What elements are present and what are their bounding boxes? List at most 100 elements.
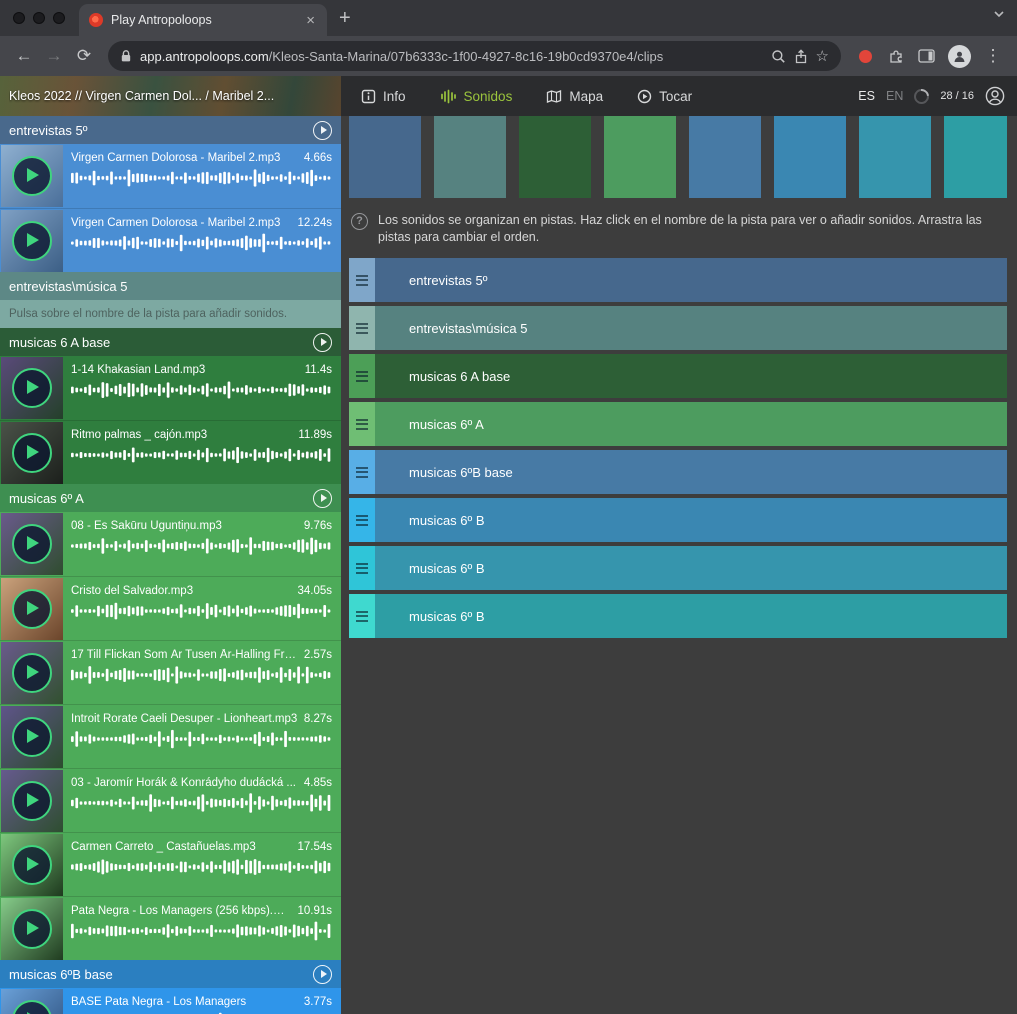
track-row[interactable]: entrevistas 5º [349, 258, 1007, 302]
breadcrumb-photo-strip[interactable]: Kleos 2022 // Virgen Carmen Dol... / Mar… [0, 76, 341, 116]
track-row[interactable]: musicas 6º B [349, 498, 1007, 542]
section-header[interactable]: musicas 6º A [0, 484, 341, 512]
section-play-icon[interactable] [313, 121, 332, 140]
clip-row[interactable]: 1-14 Khakasian Land.mp3 11.4s [0, 356, 341, 420]
clip-play-icon[interactable] [12, 717, 52, 757]
clip-thumbnail[interactable] [1, 898, 63, 960]
track-row[interactable]: musicas 6ºB base [349, 450, 1007, 494]
clip-thumbnail[interactable] [1, 770, 63, 832]
address-bar[interactable]: app.antropoloops.com/Kleos-Santa-Marina/… [108, 41, 841, 71]
clip-row[interactable]: 17 Till Flickan Som Är Tusen År-Halling … [0, 640, 341, 704]
lock-icon[interactable] [120, 49, 132, 63]
track-row[interactable]: musicas 6º B [349, 594, 1007, 638]
lang-es-button[interactable]: ES [858, 89, 875, 103]
clip-row[interactable]: Virgen Carmen Dolorosa - Maribel 2.mp3 4… [0, 144, 341, 208]
track-tile[interactable] [859, 116, 931, 198]
minimize-window-button[interactable] [33, 12, 45, 24]
clip-play-icon[interactable] [12, 1000, 52, 1014]
side-panel-icon[interactable] [912, 42, 940, 70]
browser-tab[interactable]: Play Antropoloops × [79, 4, 327, 36]
account-icon[interactable] [985, 86, 1005, 106]
close-tab-icon[interactable]: × [304, 13, 317, 28]
clip-thumbnail[interactable] [1, 145, 63, 207]
track-drag-handle[interactable] [349, 354, 375, 398]
clip-thumbnail[interactable] [1, 989, 63, 1014]
track-row[interactable]: musicas 6 A base [349, 354, 1007, 398]
reload-button[interactable]: ⟳ [70, 42, 98, 70]
extensions-puzzle-icon[interactable] [882, 42, 910, 70]
clip-row[interactable]: BASE Pata Negra - Los Managers 3.77s [0, 988, 341, 1014]
zoom-icon[interactable] [771, 49, 786, 64]
track-tile[interactable] [774, 116, 846, 198]
track-drag-handle[interactable] [349, 546, 375, 590]
track-row[interactable]: entrevistas\música 5 [349, 306, 1007, 350]
clip-row[interactable]: Introit Rorate Caeli Desuper - Lionheart… [0, 704, 341, 768]
track-tile[interactable] [689, 116, 761, 198]
clip-row[interactable]: 03 - Jaromír Horák & Konrádyho dudácká .… [0, 768, 341, 832]
clip-row[interactable]: Pata Negra - Los Managers (256 kbps).mp3… [0, 896, 341, 960]
clip-thumbnail[interactable] [1, 513, 63, 575]
track-tile[interactable] [434, 116, 506, 198]
clip-thumbnail[interactable] [1, 578, 63, 640]
track-drag-handle[interactable] [349, 450, 375, 494]
clip-thumbnail[interactable] [1, 357, 63, 419]
section-header[interactable]: musicas 6ºB base [0, 960, 341, 988]
track-drag-handle[interactable] [349, 402, 375, 446]
clip-thumbnail[interactable] [1, 210, 63, 272]
track-tile[interactable] [604, 116, 676, 198]
clip-thumbnail[interactable] [1, 706, 63, 768]
zoom-window-button[interactable] [53, 12, 65, 24]
clip-play-icon[interactable] [12, 653, 52, 693]
share-icon[interactable] [794, 49, 808, 64]
nav-item-mapa[interactable]: Mapa [546, 89, 603, 104]
browser-menu-icon[interactable]: ⋮ [979, 42, 1007, 70]
track-row[interactable]: musicas 6º B [349, 546, 1007, 590]
section-header[interactable]: entrevistas 5º [0, 116, 341, 144]
clip-thumbnail[interactable] [1, 834, 63, 896]
close-window-button[interactable] [13, 12, 25, 24]
clip-duration: 8.27s [304, 713, 332, 725]
new-tab-button[interactable]: + [339, 8, 351, 28]
tab-search-chevron-icon[interactable] [993, 10, 1005, 18]
section-play-icon[interactable] [313, 333, 332, 352]
track-tile[interactable] [944, 116, 1007, 198]
track-tile[interactable] [349, 116, 421, 198]
clip-play-icon[interactable] [12, 221, 52, 261]
clip-play-icon[interactable] [12, 909, 52, 949]
bookmark-star-icon[interactable]: ☆ [816, 47, 829, 65]
track-drag-handle[interactable] [349, 258, 375, 302]
clip-row[interactable]: 08 - Es Sakūru Uguntiņu.mp3 9.76s [0, 512, 341, 576]
clip-play-icon[interactable] [12, 433, 52, 473]
clip-row[interactable]: Ritmo palmas _ cajón.mp3 11.89s [0, 420, 341, 484]
breadcrumb[interactable]: Kleos 2022 // Virgen Carmen Dol... / Mar… [9, 89, 274, 103]
track-drag-handle[interactable] [349, 306, 375, 350]
clip-play-icon[interactable] [12, 781, 52, 821]
section-play-icon[interactable] [313, 489, 332, 508]
clip-row[interactable]: Virgen Carmen Dolorosa - Maribel 2.mp3 1… [0, 208, 341, 272]
clip-play-icon[interactable] [12, 589, 52, 629]
profile-avatar[interactable] [948, 45, 971, 68]
track-row[interactable]: musicas 6º A [349, 402, 1007, 446]
section-play-icon[interactable] [313, 965, 332, 984]
track-tile[interactable] [519, 116, 591, 198]
clip-play-icon[interactable] [12, 156, 52, 196]
recorder-extension-icon[interactable] [859, 50, 872, 63]
clip-play-icon[interactable] [12, 524, 52, 564]
section-header[interactable]: musicas 6 A base [0, 328, 341, 356]
back-button[interactable]: ← [10, 42, 38, 70]
forward-button[interactable]: → [40, 42, 68, 70]
clip-thumbnail[interactable] [1, 422, 63, 484]
clip-play-icon[interactable] [12, 368, 52, 408]
nav-item-info[interactable]: Info [361, 89, 406, 104]
clip-row[interactable]: Cristo del Salvador.mp3 34.05s [0, 576, 341, 640]
clip-play-icon[interactable] [12, 845, 52, 885]
section-header[interactable]: entrevistas\música 5 [0, 272, 341, 300]
clip-thumbnail[interactable] [1, 642, 63, 704]
track-drag-handle[interactable] [349, 594, 375, 638]
lang-en-button[interactable]: EN [886, 89, 903, 103]
track-drag-handle[interactable] [349, 498, 375, 542]
clip-row[interactable]: Carmen Carreto _ Castañuelas.mp3 17.54s [0, 832, 341, 896]
nav-item-tocar[interactable]: Tocar [637, 89, 692, 104]
nav-item-sonidos[interactable]: Sonidos [440, 89, 513, 104]
clip-title: Ritmo palmas _ cajón.mp3 [71, 429, 207, 441]
